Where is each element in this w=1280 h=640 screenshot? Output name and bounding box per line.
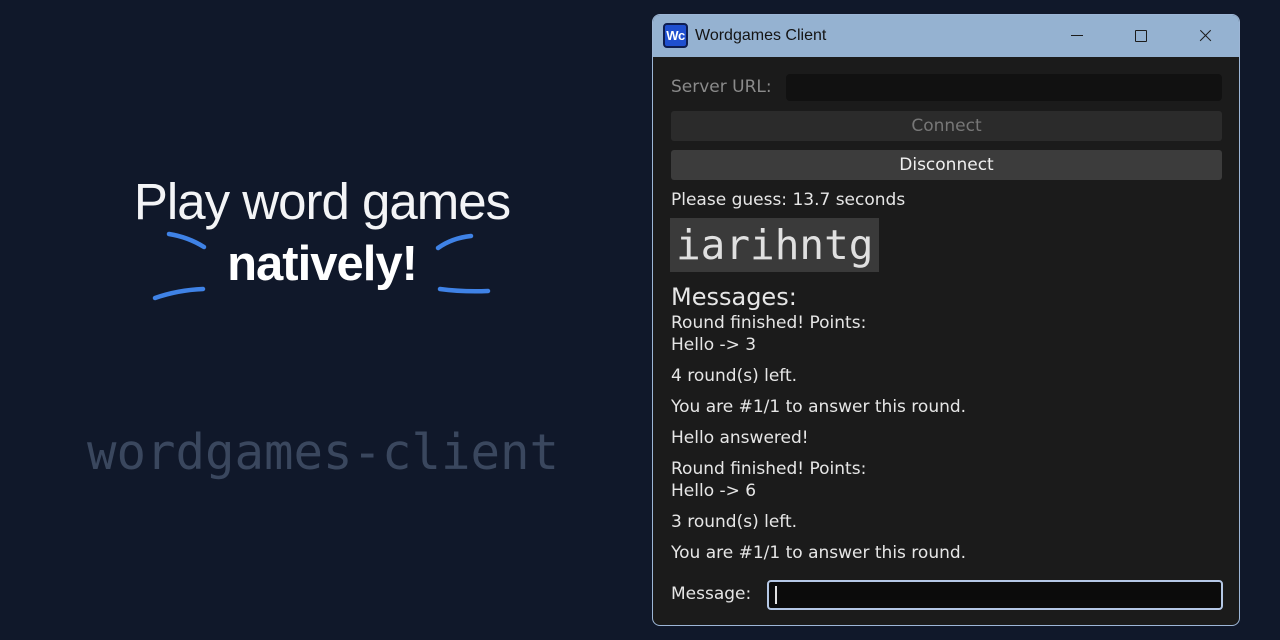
disconnect-button[interactable]: Disconnect: [671, 150, 1222, 180]
message-item: Round finished! Points:: [671, 313, 867, 333]
message-item: Round finished! Points:: [671, 459, 867, 479]
app-icon: Wc: [663, 23, 688, 48]
minimize-icon[interactable]: [1057, 21, 1097, 51]
close-icon[interactable]: [1185, 21, 1225, 51]
messages-heading: Messages:: [671, 283, 797, 311]
scrambled-word: iarihntg: [670, 218, 880, 272]
app-window: Wc Wordgames Client Server URL: Connect …: [652, 14, 1240, 626]
message-item: Hello -> 6: [671, 481, 757, 501]
guess-status: Please guess: 13.7 seconds: [671, 190, 906, 210]
server-url-label: Server URL:: [671, 77, 772, 97]
message-item: You are #1/1 to answer this round.: [671, 397, 967, 417]
hero-section: Play word games natively! wordgames-clie…: [0, 0, 640, 640]
project-name: wordgames-client: [86, 424, 559, 481]
message-label: Message:: [671, 584, 752, 604]
hero-headline: Play word games: [133, 173, 511, 230]
connect-button[interactable]: Connect: [671, 111, 1222, 141]
client-panel: Server URL: Connect Disconnect Please gu…: [653, 57, 1239, 625]
decorative-strokes: [152, 231, 491, 301]
maximize-icon[interactable]: [1121, 21, 1161, 51]
message-item: Hello answered!: [671, 428, 809, 448]
text-caret: [775, 586, 777, 604]
message-item: You are #1/1 to answer this round.: [671, 543, 967, 563]
window-title: Wordgames Client: [695, 27, 827, 44]
server-url-input[interactable]: [786, 74, 1222, 101]
message-item: 3 round(s) left.: [671, 512, 798, 532]
title-bar[interactable]: Wc Wordgames Client: [653, 15, 1239, 57]
message-input[interactable]: [767, 580, 1223, 610]
message-item: Hello -> 3: [671, 335, 757, 355]
hero-emphasis: natively!: [227, 237, 418, 291]
message-item: 4 round(s) left.: [671, 366, 798, 386]
